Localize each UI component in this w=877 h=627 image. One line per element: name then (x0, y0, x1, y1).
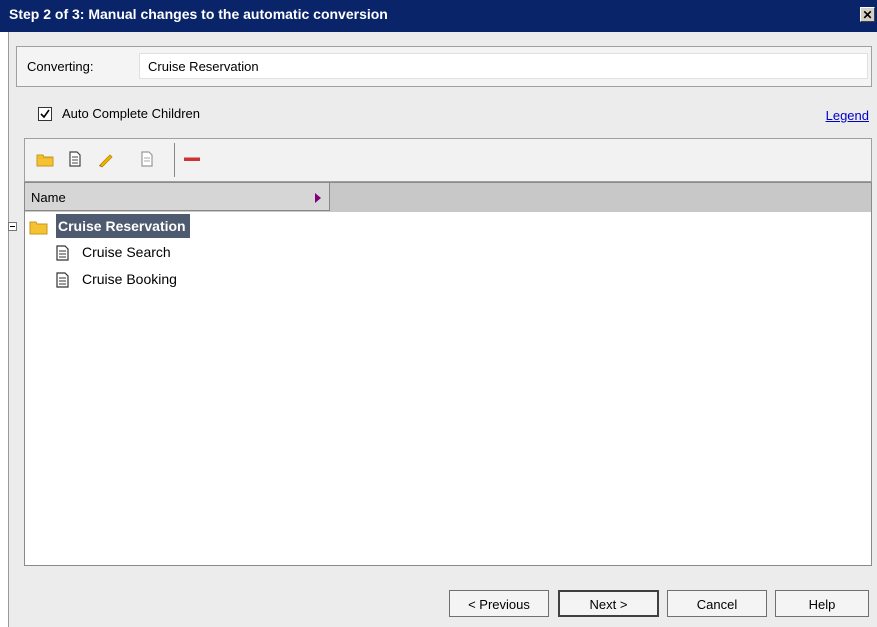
rename-icon[interactable] (96, 149, 116, 169)
toolbar (24, 138, 872, 182)
close-button[interactable]: ✕ (860, 7, 875, 22)
new-requirement-icon[interactable] (65, 149, 85, 169)
previous-button[interactable]: < Previous (449, 590, 549, 617)
tree-child-label: Cruise Search (82, 244, 171, 260)
new-folder-icon[interactable] (35, 149, 55, 169)
cancel-button[interactable]: Cancel (667, 590, 767, 617)
legend-link[interactable]: Legend (826, 108, 869, 123)
auto-complete-checkbox[interactable] (38, 107, 52, 121)
left-frame-edge (0, 32, 9, 627)
converting-label: Converting: (27, 59, 94, 74)
tree-child-label: Cruise Booking (82, 271, 177, 287)
tree-root-item[interactable]: Cruise Reservation (56, 214, 190, 238)
dialog-title: Step 2 of 3: Manual changes to the autom… (9, 6, 388, 22)
document-icon (56, 272, 70, 291)
delete-icon[interactable] (182, 149, 202, 169)
grid-header: Name (25, 183, 871, 212)
dialog-title-bar: Step 2 of 3: Manual changes to the autom… (0, 0, 877, 32)
help-button[interactable]: Help (775, 590, 869, 617)
converting-panel: Converting: Cruise Reservation (16, 46, 872, 87)
next-button[interactable]: Next > (558, 590, 659, 617)
folder-icon (29, 219, 49, 238)
column-header-name[interactable]: Name (25, 183, 330, 211)
column-arrow-icon[interactable] (315, 193, 321, 203)
column-header-label: Name (31, 190, 66, 205)
checkmark-icon (40, 109, 50, 119)
converting-value-field: Cruise Reservation (139, 53, 868, 79)
collapse-toggle[interactable] (8, 222, 17, 231)
requirements-grid: Name (24, 182, 872, 566)
auto-complete-label[interactable]: Auto Complete Children (62, 106, 200, 121)
close-icon: ✕ (862, 8, 873, 22)
toolbar-separator (174, 143, 175, 177)
properties-icon[interactable] (137, 149, 157, 169)
document-icon (56, 245, 70, 264)
